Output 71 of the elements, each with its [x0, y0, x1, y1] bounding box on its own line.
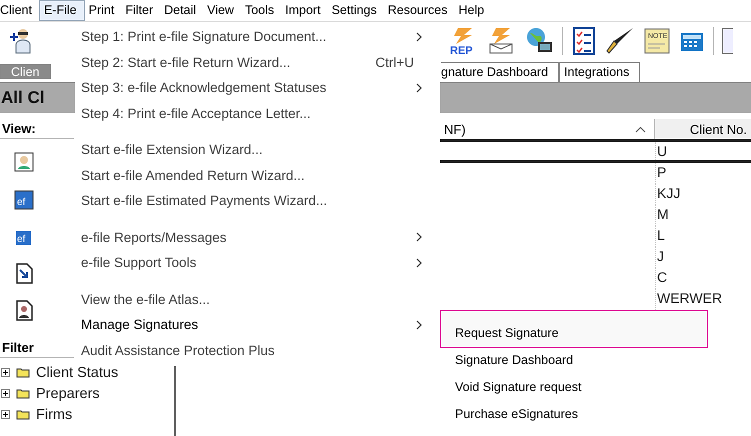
table-cell-text: WERWER [656, 289, 722, 308]
table-cell-text: C [656, 268, 668, 287]
menu-item[interactable]: Resources [384, 0, 454, 21]
menu-item[interactable]: Start e-file Estimated Payments Wizard... [75, 188, 440, 214]
menu-item[interactable]: Step 4: Print e-file Acceptance Letter... [75, 100, 440, 126]
menu-item[interactable]: Filter [121, 0, 160, 21]
menu-item-label: Audit Assistance Protection Plus [81, 342, 275, 358]
menu-item[interactable]: e-file Support Tools [75, 250, 440, 276]
menu-item[interactable]: Import [281, 0, 328, 21]
menu-item[interactable]: Tools [240, 0, 282, 21]
table-cell: U [656, 142, 668, 160]
checklist-icon[interactable] [571, 26, 597, 56]
table-cell-text: P [656, 163, 666, 182]
menu-item-label: e-file Support Tools [81, 255, 196, 270]
menu-item-label: Step 4: Print e-file Acceptance Letter... [81, 106, 311, 121]
menu-item[interactable]: Print [84, 0, 122, 21]
expander-icon[interactable] [1, 368, 10, 377]
tree-item[interactable]: Preparers [36, 386, 100, 402]
menu-item[interactable]: Purchase eSignatures [440, 400, 708, 427]
section-label: View: [0, 119, 74, 139]
expander-icon[interactable] [1, 389, 10, 398]
pen-icon[interactable] [605, 26, 635, 56]
menu-item-label: Step 3: e-file Acknowledgement Statuses [81, 80, 326, 96]
menu-item-label: Start e-file Extension Wizard... [81, 142, 263, 158]
menu-item[interactable]: Client [0, 0, 39, 21]
tree-item[interactable]: Firms [36, 406, 72, 422]
menu-item[interactable]: Detail [160, 0, 204, 21]
person-card-icon[interactable] [13, 151, 35, 173]
person-add-icon[interactable] [8, 27, 32, 55]
table-cell-text: KJJ [656, 184, 680, 203]
table-cell-text: J [656, 247, 664, 266]
toolbar-button-edge[interactable] [722, 28, 733, 54]
expander-icon[interactable] [1, 410, 10, 419]
menu-item[interactable]: e-file Reports/Messages [75, 224, 440, 250]
tree-item[interactable]: Client Status [36, 364, 118, 380]
menu-item-label: Start e-file Amended Return Wizard... [81, 168, 305, 183]
menu-item-label: View the e-file Atlas... [81, 292, 210, 307]
menu-item-label: Step 1: Print e-file Signature Document... [81, 29, 326, 44]
menu-item[interactable]: Step 1: Print e-file Signature Document... [75, 24, 440, 50]
folder-icon [16, 409, 30, 420]
ef-icon[interactable]: ef [13, 188, 35, 210]
shortcut-text: Ctrl+U [375, 54, 414, 70]
menu-item-label: Manage Signatures [81, 317, 198, 332]
menu-item-label: Step 2: Start e-file Return Wizard... [81, 54, 290, 70]
menu-item[interactable]: Audit Assistance Protection Plus [75, 338, 440, 363]
column-header-label: NF) [444, 122, 466, 136]
menu-item[interactable]: View [203, 0, 241, 21]
menu-item[interactable]: Help [454, 0, 492, 21]
tab[interactable]: Integrations [559, 62, 640, 82]
menu-item-label: Start e-file Estimated Payments Wizard... [81, 193, 328, 208]
menu-item[interactable]: Step 3: e-file Acknowledgement Statuses [75, 75, 440, 100]
tab[interactable]: gnature Dashboard [441, 62, 560, 82]
menu-item[interactable]: Step 2: Start e-file Return Wizard... Ctrl+U [75, 50, 440, 75]
menu-item[interactable]: Manage Signatures [75, 312, 440, 338]
folder-icon [16, 367, 30, 378]
menu-item[interactable]: Void Signature request [440, 373, 708, 400]
menu-item-label: e-file Reports/Messages [81, 230, 227, 245]
view-title: All Cl [1, 88, 44, 108]
menu-item[interactable]: Start e-file Amended Return Wizard... [75, 162, 440, 188]
menu-item[interactable]: Request Signature [440, 310, 708, 348]
column-header[interactable]: Client No. [655, 119, 751, 139]
table-cell-text: L [656, 226, 665, 245]
menu-item[interactable]: Settings [328, 0, 384, 21]
table-cell-text: M [656, 205, 669, 224]
menu-item[interactable]: View the e-file Atlas... [75, 286, 440, 312]
section-label: Filter [0, 338, 74, 358]
menu-item[interactable]: E-File [38, 0, 85, 21]
sort-caret-icon [635, 126, 646, 132]
folder-icon [16, 388, 30, 399]
menu-item[interactable]: Signature Dashboard [440, 346, 708, 373]
menu-item[interactable]: Start e-file Extension Wizard... [75, 137, 440, 162]
